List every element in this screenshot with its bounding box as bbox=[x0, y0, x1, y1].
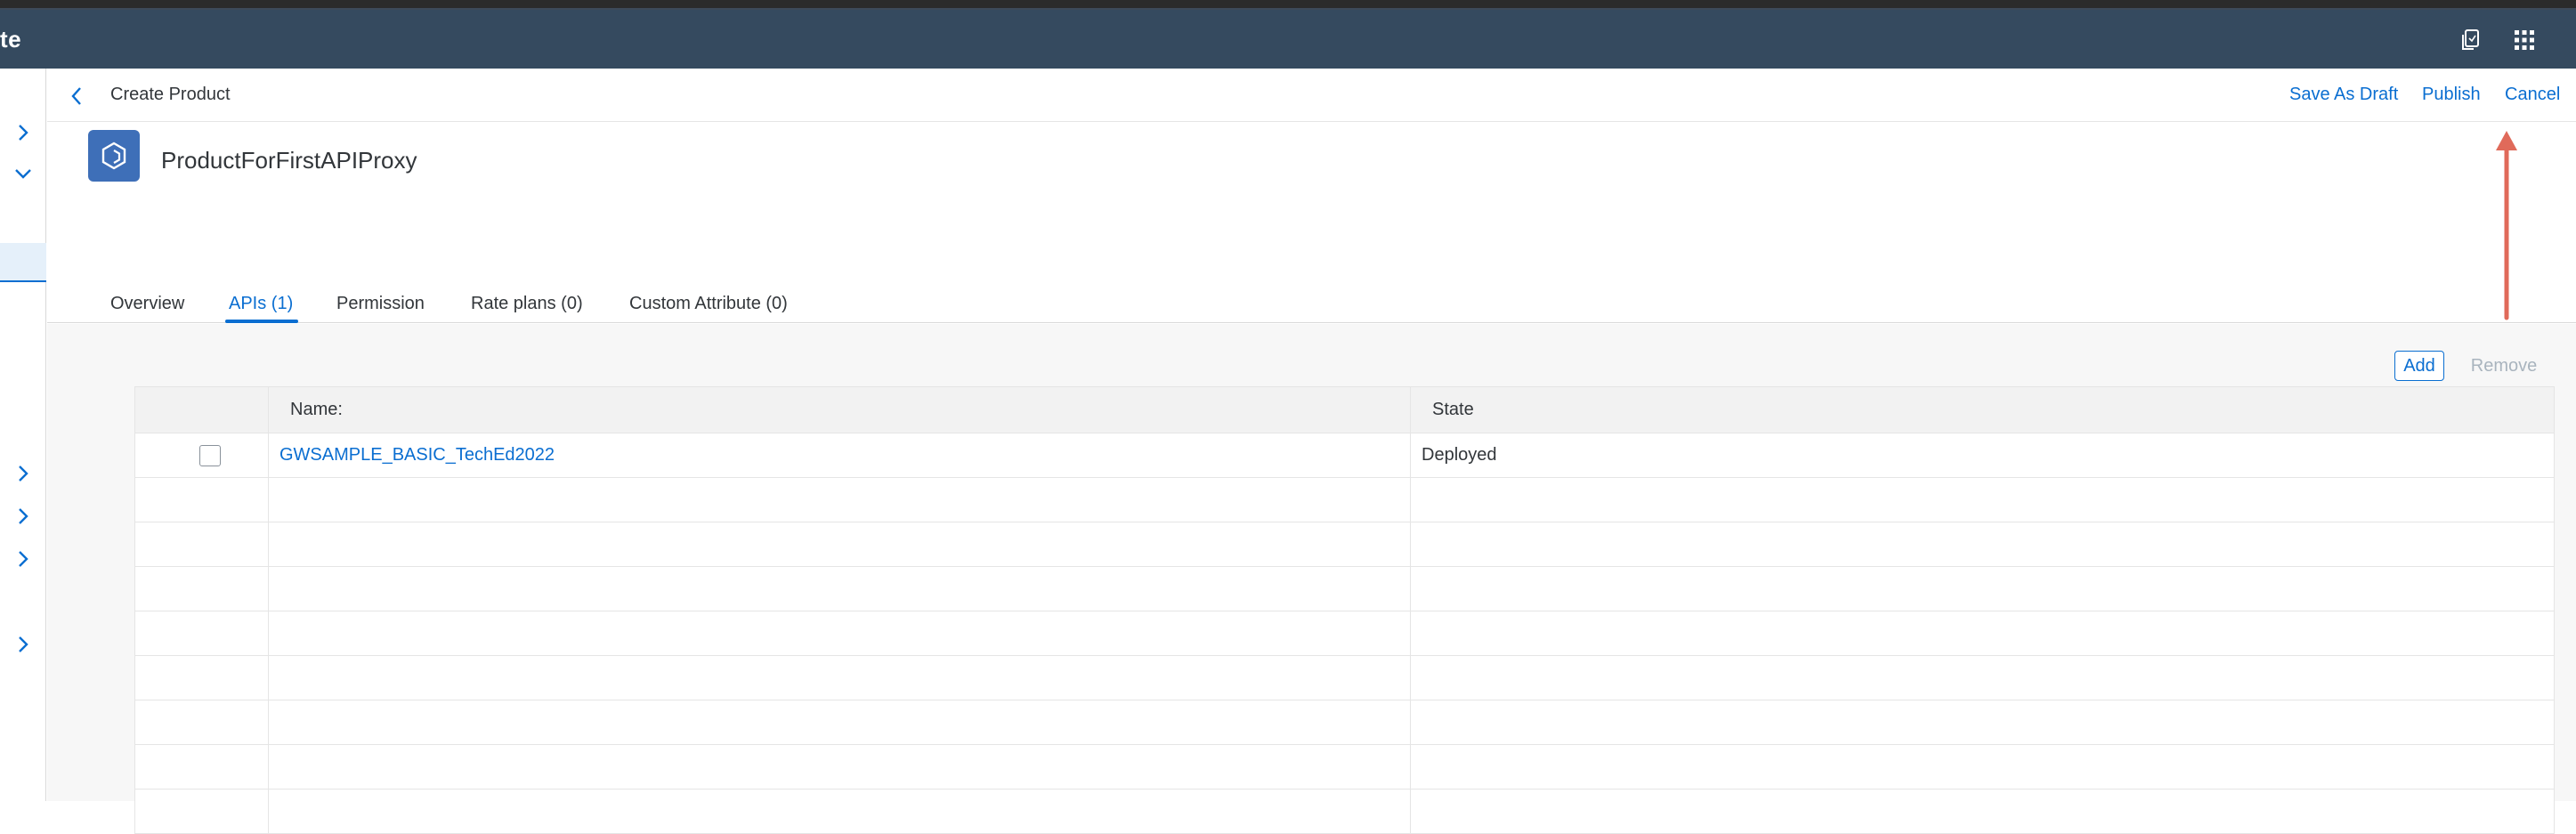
table-row bbox=[134, 744, 2555, 789]
page-header: Create Product Save As Draft Publish Can… bbox=[47, 69, 2576, 122]
api-name-link[interactable]: GWSAMPLE_BASIC_TechEd2022 bbox=[279, 445, 555, 465]
apis-content: Add Remove Name: State GWSAMPLE_BASIC_Te… bbox=[47, 324, 2576, 834]
save-as-draft-button[interactable]: Save As Draft bbox=[2289, 85, 2398, 105]
tab-rate-plans[interactable]: Rate plans (0) bbox=[471, 294, 583, 314]
table-row bbox=[134, 789, 2555, 834]
nav-item-selected[interactable] bbox=[0, 243, 46, 282]
row-checkbox[interactable] bbox=[199, 444, 221, 466]
side-navigation bbox=[0, 69, 46, 801]
api-name-cell: GWSAMPLE_BASIC_TechEd2022 bbox=[268, 433, 1411, 478]
copy-icon[interactable] bbox=[2455, 24, 2487, 56]
remove-button[interactable]: Remove bbox=[2459, 351, 2548, 381]
shell-title: te bbox=[0, 26, 22, 53]
table-row bbox=[134, 655, 2555, 700]
tab-bar: Overview APIs (1) Permission Rate plans … bbox=[47, 279, 2576, 323]
tab-apis[interactable]: APIs (1) bbox=[229, 294, 293, 314]
add-button[interactable]: Add bbox=[2394, 351, 2444, 381]
chevron-right-icon[interactable] bbox=[12, 506, 34, 527]
chevron-right-icon[interactable] bbox=[12, 634, 34, 655]
tab-custom-attribute[interactable]: Custom Attribute (0) bbox=[629, 294, 788, 314]
publish-button[interactable]: Publish bbox=[2422, 85, 2481, 105]
tab-permission[interactable]: Permission bbox=[336, 294, 425, 314]
api-state-cell: Deployed bbox=[1410, 433, 2555, 478]
table-row bbox=[134, 522, 2555, 567]
column-header-name[interactable]: Name: bbox=[268, 386, 1411, 433]
product-page: Create Product Save As Draft Publish Can… bbox=[47, 69, 2576, 834]
column-header-state[interactable]: State bbox=[1410, 386, 2555, 433]
product-cube-icon bbox=[88, 130, 140, 182]
chevron-left-icon bbox=[71, 87, 81, 105]
chevron-down-icon[interactable] bbox=[12, 163, 34, 184]
chevron-right-icon[interactable] bbox=[12, 548, 34, 570]
cancel-button[interactable]: Cancel bbox=[2505, 85, 2560, 105]
table-row bbox=[134, 700, 2555, 745]
browser-top-strip bbox=[0, 0, 2576, 10]
row-selector bbox=[134, 433, 269, 478]
product-name: ProductForFirstAPIProxy bbox=[161, 147, 417, 174]
chevron-right-icon[interactable] bbox=[12, 463, 34, 484]
apis-table: Name: State GWSAMPLE_BASIC_TechEd2022 De… bbox=[134, 386, 2555, 834]
app-grid-icon[interactable] bbox=[2508, 24, 2540, 56]
tab-overview[interactable]: Overview bbox=[110, 294, 184, 314]
page-title: Create Product bbox=[110, 85, 231, 104]
table-row bbox=[134, 477, 2555, 522]
table-row[interactable]: GWSAMPLE_BASIC_TechEd2022 Deployed bbox=[134, 433, 2555, 478]
active-tab-indicator bbox=[225, 320, 298, 323]
table-header-row: Name: State bbox=[134, 386, 2555, 433]
back-button[interactable] bbox=[65, 85, 88, 108]
table-row bbox=[134, 566, 2555, 611]
shell-bar: te bbox=[0, 10, 2576, 69]
table-row bbox=[134, 611, 2555, 656]
selection-column-header bbox=[134, 386, 269, 433]
chevron-right-icon[interactable] bbox=[12, 122, 34, 143]
